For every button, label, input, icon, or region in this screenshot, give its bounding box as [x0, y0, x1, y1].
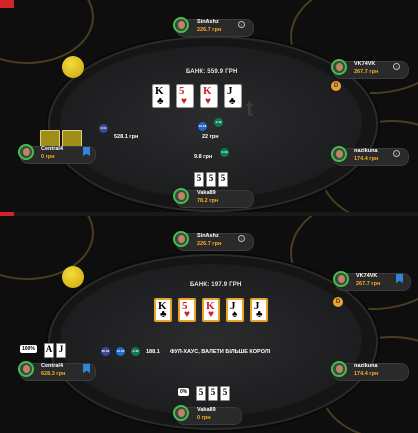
playing-card: K ♥ — [200, 84, 218, 108]
bet-amount-center: 22 грн — [202, 134, 219, 140]
player-stack: 628.3 грн — [41, 371, 66, 377]
playing-card: J ♠ — [226, 298, 244, 322]
player-name: VK74VK — [356, 273, 378, 279]
card-suit-icon: ♥ — [184, 309, 190, 320]
player-stack: 78.2 грн — [197, 198, 219, 204]
player-name: Central4 — [41, 146, 64, 152]
player-name: VK74VK — [354, 61, 376, 67]
card-suit-icon: ♥ — [205, 96, 211, 107]
player-stack: 0 грн — [41, 154, 55, 160]
shown-card: 5 — [208, 386, 218, 401]
player-name: Vaka89 — [197, 190, 216, 196]
playing-card: 5 ♥ — [178, 298, 196, 322]
player-name: Vaka89 — [197, 407, 216, 413]
player-stack: 174.4 грн — [354, 371, 379, 377]
playing-card: K ♣ — [154, 298, 172, 322]
chip-icon: 2.40 — [220, 148, 229, 157]
card-suit-icon: ♣ — [157, 96, 164, 107]
playing-card: K ♥ — [202, 298, 220, 322]
card-suit-icon: ♥ — [181, 96, 187, 107]
card-suit-icon: ♣ — [160, 309, 167, 320]
background-swirl — [0, 0, 94, 64]
shown-card: A — [44, 343, 54, 358]
pot-label: БАНК: 559.9 ГРН — [186, 69, 238, 75]
playing-card: 5 ♥ — [176, 84, 194, 108]
pot-label: БАНК: 197.9 ГРН — [190, 282, 242, 288]
player-avatar[interactable] — [331, 59, 347, 75]
chip-icon: 2.40 — [131, 347, 140, 356]
player-stack: 0 грн — [197, 415, 211, 421]
playing-card: K ♣ — [152, 84, 170, 108]
player-name: nazikuna — [354, 363, 378, 369]
playing-card: J ♣ — [250, 298, 268, 322]
dealer-button: D — [331, 81, 341, 91]
shown-card: 5 — [194, 172, 204, 187]
dealer-button: D — [333, 297, 343, 307]
player-avatar[interactable] — [173, 231, 189, 247]
chip-icon: 2.40 — [214, 118, 223, 127]
player-stack: 226.7 грн — [197, 27, 222, 33]
chip-icon: 65.00 — [101, 347, 110, 356]
table-view-2: БАНК: 197.9 ГРН K ♣ 5 ♥ K ♥ J ♠ J ♣ D 100% AJ 65.… — [0, 216, 418, 433]
player-avatar[interactable] — [173, 405, 189, 421]
shown-card: 5 — [218, 172, 228, 187]
equity-percent: 0% — [178, 388, 190, 396]
bet-amount-left: 528.1 грн — [114, 134, 139, 140]
chip-icon: 12.03 — [198, 122, 207, 131]
player-stack: 267.7 грн — [356, 281, 381, 287]
info-icon[interactable]: i — [393, 63, 400, 70]
player-avatar[interactable] — [331, 146, 347, 162]
shown-card: 5 — [206, 172, 216, 187]
player-stack: 174.4 грн — [354, 156, 379, 162]
bet-amount-bottom: 9.8 грн — [194, 154, 213, 160]
player-avatar[interactable] — [333, 271, 349, 287]
gold-chip-icon — [62, 56, 84, 78]
player-avatar[interactable] — [18, 144, 34, 160]
info-icon[interactable]: i — [393, 150, 400, 157]
chip-icon: 0.01 — [99, 124, 108, 133]
gold-chip-icon — [62, 266, 84, 288]
player-stack: 267.7 грн — [354, 69, 379, 75]
player-avatar[interactable] — [173, 17, 189, 33]
chip-icon: 12.03 — [116, 347, 125, 356]
player-avatar[interactable] — [173, 188, 189, 204]
player-name: SinAshz — [197, 233, 219, 239]
shown-card: 5 — [220, 386, 230, 401]
info-icon[interactable]: i — [238, 21, 245, 28]
shown-card: J — [56, 343, 66, 358]
info-icon[interactable]: i — [238, 235, 245, 242]
player-stack: 226.7 грн — [197, 241, 222, 247]
card-suit-icon: ♥ — [208, 309, 214, 320]
playing-card: J ♣ — [224, 84, 242, 108]
shown-card: 5 — [196, 386, 206, 401]
player-avatar[interactable] — [18, 361, 34, 377]
table-watermark: t — [246, 96, 254, 121]
winner-amount: 188.1 — [146, 349, 160, 355]
winning-hand-text: ФУЛ-ХАУС, ВАЛЕТИ БІЛЬШЕ КОРОЛІ — [170, 349, 271, 355]
card-suit-icon: ♣ — [229, 96, 236, 107]
equity-percent: 100% — [20, 345, 37, 353]
card-suit-icon: ♣ — [256, 309, 263, 320]
player-name: SinAshz — [197, 19, 219, 25]
player-name: nazikuna — [354, 148, 378, 154]
table-view-1: t БАНК: 559.9 ГРН K ♣ 5 ♥ K ♥ J ♣ 0.01 528.1 гр… — [0, 0, 418, 212]
card-suit-icon: ♠ — [232, 309, 238, 320]
player-name: Central4 — [41, 363, 64, 369]
player-avatar[interactable] — [331, 361, 347, 377]
